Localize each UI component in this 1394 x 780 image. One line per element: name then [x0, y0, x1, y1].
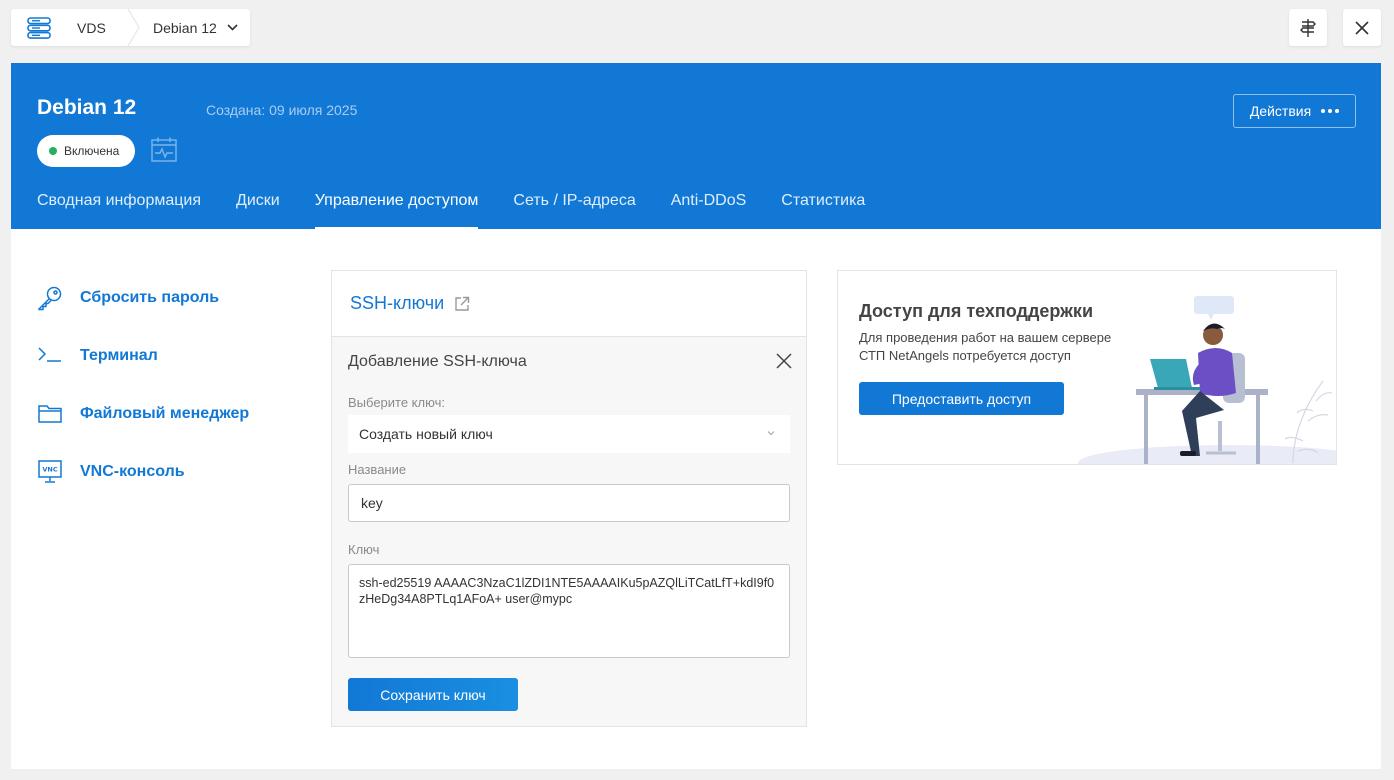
page-title: Debian 12 — [37, 96, 137, 119]
ssh-keys-title[interactable]: SSH-ключи — [350, 293, 444, 314]
sidebar-item-label: Сбросить пароль — [80, 289, 220, 306]
grant-access-button[interactable]: Предоставить доступ — [859, 382, 1064, 415]
vnc-monitor-icon: VNC — [37, 459, 63, 485]
svg-text:VNC: VNC — [42, 466, 57, 474]
main-content: Сбросить пароль Терминал Файловый менедж… — [11, 229, 1381, 769]
select-key-value: Создать новый ключ — [359, 426, 493, 442]
close-button[interactable] — [1343, 9, 1381, 46]
signpost-icon — [1300, 18, 1316, 37]
terminal-icon — [37, 343, 63, 369]
select-key-label: Выберите ключ: — [348, 395, 445, 410]
status-badge: Включена — [37, 135, 136, 167]
more-dots-icon — [1321, 109, 1340, 113]
sidebar-item-file-manager[interactable]: Файловый менеджер — [37, 401, 249, 427]
created-date: Создана: 09 июля 2025 — [206, 102, 358, 118]
breadcrumb-server-dropdown[interactable]: Debian 12 — [141, 9, 238, 46]
calendar-activity-icon[interactable] — [151, 137, 177, 163]
sidebar-item-terminal[interactable]: Терминал — [37, 343, 158, 369]
support-agent-illustration — [1078, 296, 1336, 464]
tab-bar: Сводная информация Диски Управление дост… — [37, 181, 900, 229]
actions-label: Действия — [1249, 103, 1312, 119]
sidebar-item-label: Терминал — [80, 347, 158, 364]
save-key-button[interactable]: Сохранить ключ — [348, 678, 518, 711]
status-dot-icon — [49, 147, 57, 155]
support-title: Доступ для техподдержки — [859, 301, 1094, 321]
tab-anti-ddos[interactable]: Anti-DDoS — [671, 181, 747, 229]
name-label: Название — [348, 462, 407, 477]
ssh-keys-header: SSH-ключи — [332, 271, 806, 337]
form-title: Добавление SSH-ключа — [348, 353, 527, 370]
breadcrumb-vds[interactable]: VDS — [67, 9, 127, 46]
close-icon — [1355, 20, 1369, 35]
ssh-keys-card: SSH-ключи Добавление SSH-ключа Выберите … — [331, 270, 807, 727]
server-stack-icon[interactable] — [11, 9, 67, 46]
sidebar-item-vnc-console[interactable]: VNC VNC-консоль — [37, 459, 185, 485]
add-ssh-key-form: Добавление SSH-ключа Выберите ключ: Созд… — [332, 337, 806, 726]
tab-network[interactable]: Сеть / IP-адреса — [513, 181, 635, 229]
chevron-down-icon — [227, 24, 238, 31]
tab-disks[interactable]: Диски — [236, 181, 280, 229]
sidebar-item-label: Файловый менеджер — [80, 405, 250, 422]
server-header: Debian 12 Создана: 09 июля 2025 Включена… — [11, 63, 1381, 229]
support-access-card: Доступ для техподдержки Для проведения р… — [837, 270, 1337, 465]
tab-statistics[interactable]: Статистика — [781, 181, 865, 229]
status-label: Включена — [64, 144, 120, 158]
tab-summary[interactable]: Сводная информация — [37, 181, 201, 229]
key-textarea[interactable]: ssh-ed25519 AAAAC3NzaC1lZDI1NTE5AAAAIKu5… — [348, 564, 790, 658]
breadcrumb-separator — [127, 9, 140, 46]
chevron-down-icon — [767, 431, 775, 436]
tab-access-management[interactable]: Управление доступом — [314, 181, 479, 229]
folder-icon — [37, 401, 63, 427]
key-label: Ключ — [348, 542, 380, 557]
close-icon[interactable] — [776, 353, 792, 369]
sidebar-item-label: VNC-консоль — [80, 463, 185, 480]
select-key-dropdown[interactable]: Создать новый ключ — [348, 415, 790, 453]
key-name-input[interactable]: key — [348, 484, 790, 522]
sidebar-item-reset-password[interactable]: Сбросить пароль — [37, 285, 219, 311]
breadcrumb-server-label: Debian 12 — [153, 19, 217, 36]
external-link-icon[interactable] — [454, 296, 470, 312]
pin-button[interactable] — [1289, 9, 1327, 46]
breadcrumb: VDS Debian 12 — [11, 9, 250, 46]
actions-button[interactable]: Действия — [1233, 94, 1356, 128]
key-icon — [37, 285, 63, 311]
